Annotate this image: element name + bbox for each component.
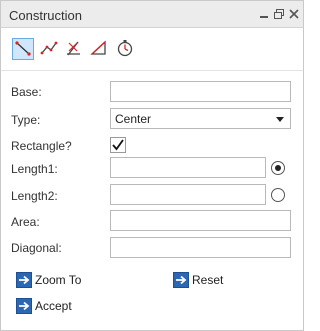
zoom-to-button[interactable]: Zoom To	[16, 271, 96, 291]
type-value: Center	[115, 112, 152, 126]
accept-label: Accept	[35, 299, 72, 313]
type-dropdown[interactable]: Center	[110, 108, 291, 129]
radio-selected-dot	[275, 165, 281, 171]
construction-panel: Construction Base: Type: Center Rectangl…	[0, 0, 304, 331]
rectangle-label: Rectangle?	[11, 139, 72, 153]
minimize-button[interactable]	[257, 6, 271, 22]
clock-timer-icon	[117, 40, 133, 57]
reset-label: Reset	[192, 273, 224, 287]
area-field[interactable]	[110, 210, 291, 231]
base-field[interactable]	[110, 81, 291, 102]
restore-icon	[274, 9, 284, 19]
window-title: Construction	[9, 8, 82, 23]
clock-timer-tool[interactable]	[115, 38, 137, 60]
close-icon	[289, 9, 299, 19]
type-label: Type:	[11, 113, 41, 127]
intersection-angle-tool[interactable]	[64, 38, 86, 60]
tool-strip	[1, 28, 303, 70]
length1-label: Length1:	[11, 162, 58, 176]
toolbar-divider	[1, 70, 303, 71]
right-triangle-icon	[90, 40, 106, 55]
diagonal-label: Diagonal:	[11, 241, 62, 255]
polyline-curve-tool[interactable]	[39, 38, 61, 60]
title-bar[interactable]: Construction	[1, 1, 303, 28]
length2-field[interactable]	[110, 184, 266, 205]
arrow-right-icon	[173, 272, 189, 288]
point-on-segment-icon	[15, 41, 31, 56]
area-label: Area:	[11, 215, 40, 229]
length2-radio[interactable]	[271, 188, 285, 202]
length1-field[interactable]	[110, 157, 266, 178]
arrow-right-icon	[16, 298, 32, 314]
length1-radio[interactable]	[271, 161, 285, 175]
point-on-segment-tool[interactable]	[12, 38, 34, 60]
rectangle-checkbox[interactable]	[110, 137, 126, 153]
accept-button[interactable]: Accept	[16, 297, 86, 317]
diagonal-field[interactable]	[110, 237, 291, 258]
intersection-angle-icon	[67, 41, 80, 56]
base-label: Base:	[11, 85, 42, 99]
restore-button[interactable]	[272, 6, 286, 22]
right-triangle-tool[interactable]	[89, 38, 111, 60]
chevron-down-icon	[275, 113, 285, 127]
close-button[interactable]	[287, 6, 301, 22]
minimize-icon	[260, 16, 268, 18]
reset-button[interactable]: Reset	[173, 271, 243, 291]
checkmark-icon	[112, 139, 124, 151]
arrow-right-icon	[16, 272, 32, 288]
zoom-to-label: Zoom To	[35, 273, 82, 287]
length2-label: Length2:	[11, 189, 58, 203]
polyline-curve-icon	[40, 41, 58, 55]
